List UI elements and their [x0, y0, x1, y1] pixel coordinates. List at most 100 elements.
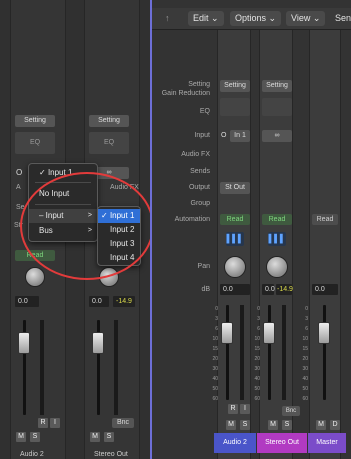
scale-tick-label: 60	[254, 396, 260, 402]
input-monitor-button[interactable]: I	[50, 418, 60, 428]
input-label: Input	[194, 132, 210, 139]
pan-knob[interactable]	[224, 256, 246, 278]
bounce-button[interactable]: Bnc	[282, 406, 300, 416]
mute-button[interactable]: M	[268, 420, 278, 430]
pan-knob[interactable]	[25, 267, 45, 287]
scale-tick-label: 60	[302, 396, 308, 402]
automation-read-button[interactable]: Read	[312, 214, 338, 225]
hidden-label: A	[16, 184, 21, 191]
scale-tick-label: 3	[305, 316, 308, 322]
sends-menu-cut[interactable]: Sen	[330, 11, 351, 26]
eq-display[interactable]	[262, 98, 292, 116]
pan-knob[interactable]	[266, 256, 288, 278]
input-slot[interactable]: In 1	[230, 130, 250, 142]
track-name-stereo-out[interactable]: Stereo Out	[257, 433, 307, 453]
track-name-master[interactable]: Master	[308, 433, 346, 453]
peak-value: -14.9	[276, 284, 293, 295]
eq-display[interactable]	[220, 98, 250, 116]
setting-button[interactable]: Setting	[262, 80, 292, 92]
fader-scale: 0 3 6 10 15 20 30 40 50 60	[252, 306, 260, 402]
scale-tick-label: 0	[215, 306, 218, 312]
scale-tick-label: 3	[257, 316, 260, 322]
volume-fader-track[interactable]	[268, 305, 271, 400]
scale-tick-label: 50	[254, 386, 260, 392]
scale-tick-label: 40	[302, 376, 308, 382]
scale-tick-label: 0	[305, 306, 308, 312]
scale-tick-label: 0	[257, 306, 260, 312]
volume-fader-handle[interactable]	[92, 332, 104, 354]
scale-tick-label: 15	[212, 346, 218, 352]
mute-button[interactable]: M	[226, 420, 236, 430]
solo-button[interactable]: S	[30, 432, 40, 442]
volume-value: 0.0	[262, 284, 275, 295]
track-name: Audio 2	[20, 451, 44, 458]
options-menu[interactable]: Options ⌄	[230, 11, 282, 26]
eq-display[interactable]: EQ	[89, 132, 129, 154]
scale-tick-label: 20	[302, 356, 308, 362]
scale-tick-label: 30	[302, 366, 308, 372]
setting-button[interactable]: Setting	[89, 115, 129, 127]
waveform-icon[interactable]: ▌▌▌	[226, 232, 244, 246]
output-slot[interactable]: St Out	[220, 182, 250, 194]
mute-button[interactable]: M	[316, 420, 326, 430]
link-icon[interactable]: ∞	[262, 130, 292, 142]
scale-tick-label: 50	[302, 386, 308, 392]
automation-read-button[interactable]: Read	[220, 214, 250, 225]
scale-tick-label: 50	[212, 386, 218, 392]
scale-tick-label: 30	[212, 366, 218, 372]
scale-tick-label: 30	[254, 366, 260, 372]
setting-button[interactable]: Setting	[220, 80, 250, 92]
bounce-button[interactable]: Bnc	[112, 418, 134, 428]
volume-fader-handle[interactable]	[18, 332, 30, 354]
chevron-down-icon: ⌄	[211, 13, 219, 23]
record-enable-button[interactable]: R	[228, 404, 238, 414]
track-name-audio2[interactable]: Audio 2	[214, 433, 256, 453]
scale-tick-label: 15	[254, 346, 260, 352]
fader-scale: 0 3 6 10 15 20 30 40 50 60	[210, 306, 218, 402]
edit-menu[interactable]: Edit ⌄	[188, 11, 224, 26]
audio-fx-label: Audio FX	[181, 151, 210, 158]
volume-value: 0.0	[89, 296, 109, 307]
output-label: Output	[188, 184, 210, 191]
scale-tick-label: 40	[212, 376, 218, 382]
waveform-icon[interactable]: ▌▌▌	[268, 232, 286, 246]
record-enable-button[interactable]: R	[38, 418, 48, 428]
level-meter	[114, 320, 118, 415]
scale-tick-label: 6	[305, 326, 308, 332]
volume-fader-handle[interactable]	[318, 322, 330, 344]
volume-fader-track[interactable]	[226, 305, 229, 400]
view-menu[interactable]: View ⌄	[286, 11, 326, 26]
checkmark-icon: ✓	[39, 168, 48, 177]
volume-fader-handle[interactable]	[263, 322, 275, 344]
setting-button[interactable]: Setting	[15, 115, 55, 127]
input-mono-icon[interactable]: O	[221, 132, 226, 139]
mute-button[interactable]: M	[90, 432, 100, 442]
chevron-down-icon: ⌄	[268, 13, 277, 23]
scale-tick-label: 10	[302, 336, 308, 342]
setting-label: Setting	[188, 81, 210, 88]
pan-value: 0.0	[15, 296, 39, 307]
scale-tick-label: 3	[215, 316, 218, 322]
volume-fader-track[interactable]	[323, 305, 326, 400]
solo-button[interactable]: S	[104, 432, 114, 442]
sends-label: Sends	[190, 168, 210, 175]
input-monitor-button[interactable]: I	[240, 404, 250, 414]
group-label: Group	[190, 200, 210, 207]
level-meter	[240, 305, 244, 400]
eq-display[interactable]: EQ	[15, 132, 55, 154]
scale-tick-label: 6	[215, 326, 218, 332]
dim-button[interactable]: D	[330, 420, 340, 430]
solo-button[interactable]: S	[240, 420, 250, 430]
input-mono-icon[interactable]: O	[16, 168, 22, 177]
mute-button[interactable]: M	[16, 432, 26, 442]
automation-read-button[interactable]: Read	[262, 214, 292, 225]
solo-button[interactable]: S	[282, 420, 292, 430]
level-meter	[40, 320, 44, 415]
volume-value: 0.0	[220, 284, 250, 295]
gain-reduction-label: Gain Reduction	[161, 90, 210, 97]
scale-tick-label: 60	[212, 396, 218, 402]
scale-tick-label: 15	[302, 346, 308, 352]
volume-fader-handle[interactable]	[221, 322, 233, 344]
up-arrow-icon[interactable]: ↑	[160, 11, 175, 26]
scale-tick-label: 6	[257, 326, 260, 332]
